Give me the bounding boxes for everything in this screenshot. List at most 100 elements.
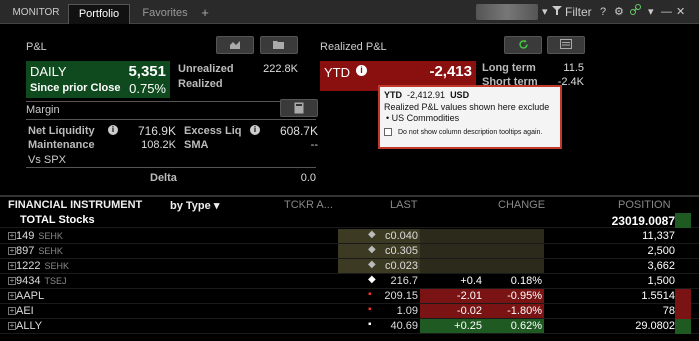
symbol: 1222 <box>16 260 41 272</box>
tick-indicator: ◆ <box>368 259 376 270</box>
link-icon[interactable] <box>630 4 641 20</box>
filter-icon[interactable] <box>552 4 562 20</box>
chevron-down-icon[interactable]: ▾ <box>542 4 548 20</box>
folder-icon[interactable] <box>260 36 298 54</box>
unrealized-value: 222.8K <box>263 63 298 75</box>
table-row[interactable]: +149 SEHK ◆ c0.040 11,337 <box>0 229 699 244</box>
daily-pnl-box: DAILY 5,351 Since prior Close 0.75% <box>26 61 170 98</box>
symbol: AEI <box>16 305 34 317</box>
table-row[interactable]: +897 SEHK ◆ c0.305 2,500 <box>0 244 699 259</box>
table-divider <box>0 195 699 197</box>
account-selector[interactable] <box>476 4 538 20</box>
ytd-value: -2,413 <box>429 63 472 80</box>
change-value: +0.25 <box>454 320 482 332</box>
dont-show-checkbox[interactable] <box>384 128 392 136</box>
ytd-label: YTD <box>324 65 350 80</box>
change-pct: 0.18% <box>510 275 542 287</box>
tooltip-bullet: • US Commodities <box>386 113 460 123</box>
last-price: c0.023 <box>384 260 418 272</box>
realized-title: Realized P&L <box>320 41 387 53</box>
margin-title: Margin <box>26 104 60 116</box>
last-price: c0.040 <box>384 230 418 242</box>
tab-portfolio[interactable]: Portfolio <box>68 4 130 24</box>
tick-indicator: ◆ <box>368 244 376 255</box>
tab-monitor[interactable]: MONITOR <box>6 4 66 24</box>
last-price: c0.305 <box>384 245 418 257</box>
chart-button[interactable] <box>216 36 254 54</box>
tick-indicator: ▪ <box>368 304 372 315</box>
table-row[interactable]: + AEI ▪ 1.09 -0.02 -1.80% 78 <box>0 304 699 319</box>
expand-icon[interactable]: + <box>8 307 16 315</box>
expand-icon[interactable]: + <box>8 232 16 240</box>
position-value: 78 <box>662 305 675 317</box>
table-row[interactable]: + AAPL ▪ 209.15 -2.01 -0.95% 1.5514 <box>0 289 699 304</box>
since-close-label: Since prior Close <box>30 82 121 94</box>
symbol-cell: AAPL <box>16 290 44 302</box>
help-button[interactable]: ? <box>600 4 606 20</box>
expand-icon[interactable]: + <box>8 262 16 270</box>
group-by-dropdown[interactable]: by Type ▾ <box>170 199 219 212</box>
refresh-icon[interactable] <box>504 36 542 54</box>
position-value: 29.0802 <box>635 320 675 332</box>
daily-value: 5,351 <box>128 63 166 80</box>
column-instrument[interactable]: FINANCIAL INSTRUMENT <box>8 199 142 211</box>
realized-label: Realized <box>178 78 223 90</box>
table-row[interactable]: +1222 SEHK ◆ c0.023 3,662 <box>0 259 699 274</box>
tick-indicator: ◆ <box>368 274 376 285</box>
change-value: +0.4 <box>460 275 482 287</box>
symbol-cell: 897 SEHK <box>16 245 63 257</box>
close-icon[interactable]: ✕ <box>676 4 685 20</box>
total-position: 23019.0087 <box>611 214 675 228</box>
daily-label: DAILY <box>30 64 67 79</box>
tooltip-currency: USD <box>450 90 470 100</box>
expand-icon[interactable]: + <box>8 322 16 330</box>
table-row[interactable]: + ALLY ▪ 40.69 +0.25 0.62% 29.0802 <box>0 319 699 334</box>
expand-icon[interactable]: + <box>8 247 16 255</box>
column-last[interactable]: LAST <box>390 199 418 211</box>
calculator-icon[interactable] <box>280 99 318 117</box>
maintenance-value: 108.2K <box>141 139 176 151</box>
tab-favorites[interactable]: Favorites <box>138 4 192 24</box>
last-price: 216.7 <box>390 275 418 287</box>
change-value: -2.01 <box>456 290 482 302</box>
column-change[interactable]: CHANGE <box>498 199 545 211</box>
excess-liq-label: Excess Liq <box>184 125 242 137</box>
long-term-value: 11.5 <box>563 62 584 74</box>
symbol-cell: 149 SEHK <box>16 230 63 242</box>
total-row[interactable]: TOTAL Stocks 23019.0087 <box>0 213 699 228</box>
tooltip-value: -2,412.91 <box>407 90 446 100</box>
chevron-down-icon[interactable]: ▾ <box>648 4 654 20</box>
filter-button[interactable]: Filter <box>565 4 592 20</box>
column-position[interactable]: POSITION <box>618 199 671 211</box>
info-icon[interactable]: i <box>250 125 260 135</box>
change-pct: -0.95% <box>507 290 542 302</box>
expand-icon[interactable]: + <box>8 292 16 300</box>
tooltip-label: YTD <box>384 90 402 100</box>
minimize-icon[interactable]: — <box>661 4 672 20</box>
last-price: 40.69 <box>390 320 418 332</box>
expand-icon[interactable]: + <box>8 277 16 285</box>
info-icon[interactable]: i <box>108 125 118 135</box>
symbol-cell: ALLY <box>16 320 42 332</box>
excess-liq-value: 608.7K <box>279 124 318 138</box>
symbol-cell: 1222 SEHK <box>16 260 69 272</box>
add-tab-button[interactable]: + <box>198 4 212 24</box>
symbol-cell: AEI <box>16 305 34 317</box>
gear-icon[interactable]: ⚙ <box>614 4 624 20</box>
position-value: 1,500 <box>647 275 675 287</box>
symbol: 897 <box>16 245 35 257</box>
table-header: FINANCIAL INSTRUMENT by Type ▾ TCKR A...… <box>0 198 699 213</box>
symbol: 9434 <box>16 275 41 287</box>
net-liquidity-value: 716.9K <box>137 124 176 138</box>
table-row[interactable]: +9434 TSEJ ◆ 216.7 +0.4 0.18% 1,500 <box>0 274 699 289</box>
position-value: 1.5514 <box>641 290 675 302</box>
symbol-cell: 9434 TSEJ <box>16 275 67 287</box>
chevron-down-icon: ▾ <box>213 200 220 212</box>
sma-label: SMA <box>184 139 209 151</box>
column-tckr[interactable]: TCKR A... <box>284 199 333 211</box>
last-price: 209.15 <box>384 290 418 302</box>
since-close-pct: 0.75% <box>129 81 166 96</box>
delta-value: 0.0 <box>300 172 316 184</box>
table-view-icon[interactable] <box>547 36 585 54</box>
info-icon[interactable]: i <box>356 65 367 76</box>
